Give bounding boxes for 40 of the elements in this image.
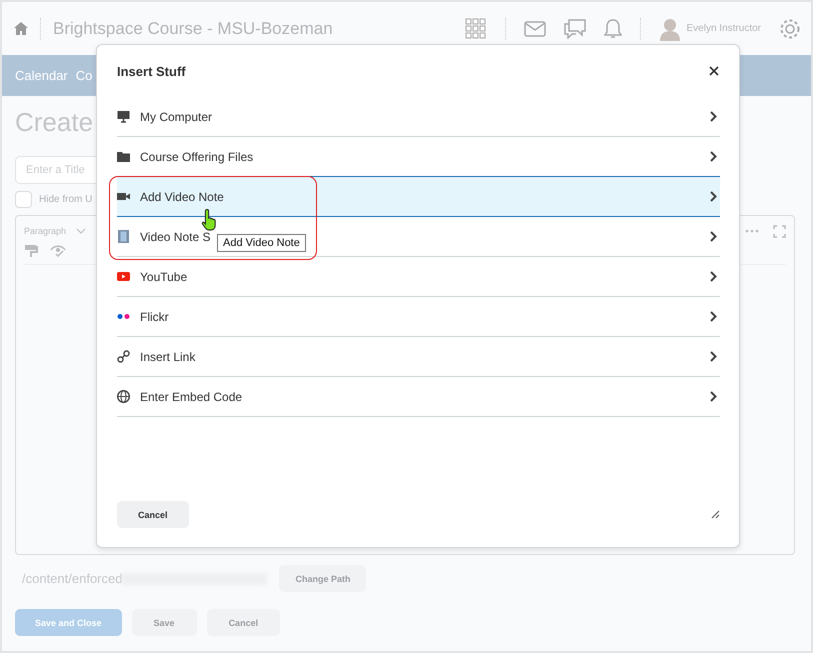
chevron-right-icon — [710, 391, 717, 402]
settings-icon — [779, 18, 801, 40]
chevron-right-icon — [710, 191, 717, 202]
mail-icon — [524, 20, 546, 36]
chevron-right-icon — [710, 311, 717, 322]
caret-icon — [76, 228, 86, 234]
home-icon — [14, 22, 28, 35]
cancel-button[interactable]: Cancel — [117, 501, 189, 528]
chevron-right-icon — [710, 271, 717, 282]
checkbox-label: Hide from U — [39, 194, 92, 205]
chevron-right-icon — [710, 111, 717, 122]
menu-item[interactable]: Insert Link — [117, 337, 720, 377]
checkbox[interactable] — [15, 191, 32, 208]
menu-item[interactable]: YouTube — [117, 257, 720, 297]
tooltip: Add Video Note — [217, 234, 306, 252]
monitor-icon — [117, 110, 130, 123]
chevron-right-icon — [710, 231, 717, 242]
resize-handle-icon — [711, 510, 720, 519]
dialog-title: Insert Stuff — [117, 64, 186, 78]
globe-icon — [117, 390, 130, 403]
video-camera-icon — [117, 190, 130, 203]
expand-icon — [773, 225, 786, 238]
folder-icon — [117, 150, 130, 163]
film-strip-icon — [117, 230, 130, 243]
close-icon — [709, 66, 719, 76]
paint-roller-icon — [24, 244, 38, 258]
grid-icon — [464, 18, 487, 40]
chevron-right-icon — [710, 351, 717, 362]
menu-item[interactable]: Add Video Note — [117, 176, 720, 217]
avatar-icon — [658, 16, 681, 40]
play-icon — [117, 270, 130, 283]
chat-icon — [564, 18, 586, 38]
more-icon — [745, 229, 759, 233]
eye-check-icon — [50, 244, 66, 258]
menu-item[interactable]: Enter Embed Code — [117, 377, 720, 417]
chevron-right-icon — [710, 151, 717, 162]
link-icon — [117, 350, 130, 363]
menu-item[interactable]: My Computer — [117, 97, 720, 137]
menu-item[interactable]: Flickr — [117, 297, 720, 337]
bell-icon — [604, 18, 622, 38]
